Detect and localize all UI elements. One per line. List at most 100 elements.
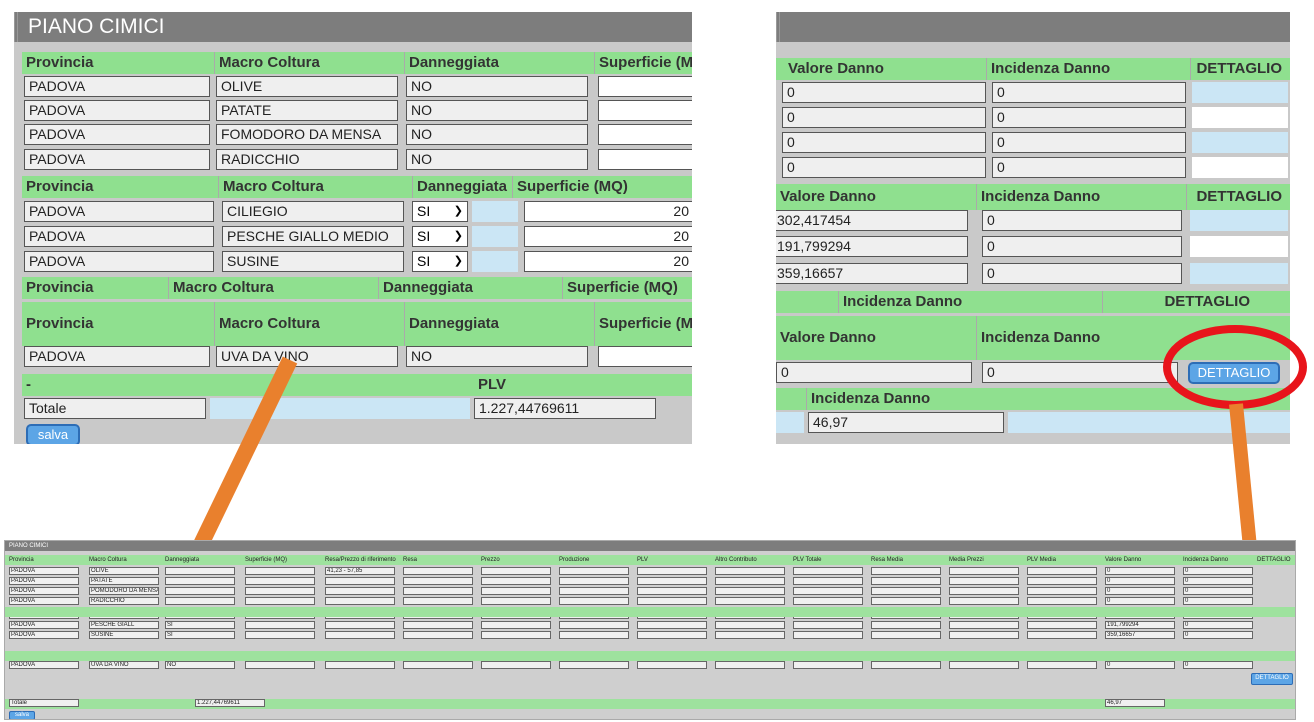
incidenza-danno-field[interactable]: 0: [982, 362, 1178, 383]
coltura-field[interactable]: RADICCHIO: [216, 149, 398, 170]
provincia-field[interactable]: PADOVA: [24, 100, 210, 121]
header-dettaglio: DETTAGLIO: [1186, 184, 1290, 210]
select-value: SI: [417, 203, 431, 219]
preview-cell: PADOVA: [9, 567, 79, 575]
preview-cell: 0: [1183, 587, 1253, 595]
valore-danno-field[interactable]: 0: [782, 157, 986, 178]
coltura-field[interactable]: PATATE: [216, 100, 398, 121]
preview-cell: PADOVA: [9, 661, 79, 669]
preview-cell: [559, 587, 629, 595]
danneggiata-select[interactable]: SI ❯: [412, 226, 468, 247]
empty-cell: [776, 412, 804, 433]
preview-cell: [245, 567, 315, 575]
preview-cell: [481, 621, 551, 629]
preview-header-cell: Produzione: [559, 557, 590, 563]
incidenza-danno-field[interactable]: 0: [992, 157, 1186, 178]
preview-cell: 41,23 - 57,85: [325, 567, 395, 575]
superficie-field[interactable]: [598, 124, 692, 145]
preview-cell: [871, 577, 941, 585]
preview-cell: [949, 661, 1019, 669]
preview-cell: [1027, 597, 1097, 605]
preview-header-cell: Superficie (MQ): [245, 557, 288, 563]
superficie-field[interactable]: 20: [524, 251, 692, 272]
valore-danno-field[interactable]: 0: [782, 82, 986, 103]
provincia-field[interactable]: PADOVA: [24, 251, 214, 272]
preview-cell: [871, 631, 941, 639]
danneggiata-field[interactable]: NO: [406, 76, 588, 97]
preview-dettaglio-button[interactable]: DETTAGLIO: [1251, 673, 1293, 685]
header-danneggiata: Danneggiata: [404, 52, 499, 74]
preview-cell: [559, 577, 629, 585]
incidenza-danno-field[interactable]: 0: [992, 82, 1186, 103]
valore-danno-field[interactable]: 0: [782, 107, 986, 128]
chevron-down-icon: ❯: [453, 230, 463, 242]
preview-cell: [403, 621, 473, 629]
danneggiata-field[interactable]: NO: [406, 100, 588, 121]
preview-cell: [245, 621, 315, 629]
coltura-field[interactable]: OLIVE: [216, 76, 398, 97]
header-provincia: Provincia: [26, 279, 94, 296]
preview-cell: 0: [1183, 597, 1253, 605]
preview-cell: [715, 661, 785, 669]
superficie-field[interactable]: 20: [524, 201, 692, 222]
incidenza-danno-field[interactable]: 0: [992, 107, 1186, 128]
preview-cell: [949, 587, 1019, 595]
preview-header-cell: Danneggiata: [165, 557, 200, 563]
provincia-field[interactable]: PADOVA: [24, 124, 210, 145]
incidenza-total-field[interactable]: 46,97: [808, 412, 1004, 433]
superficie-field[interactable]: [598, 100, 692, 121]
dettaglio-cell: [1192, 132, 1288, 153]
preview-header-cell: Resa Media: [871, 557, 904, 563]
preview-section-header: [5, 651, 1295, 661]
preview-header-cell: PLV Media: [1027, 557, 1056, 563]
header-superficie: Superficie (MQ): [562, 277, 678, 299]
preview-cell: [793, 661, 863, 669]
provincia-field[interactable]: PADOVA: [24, 149, 210, 170]
preview-cell: [1027, 577, 1097, 585]
incidenza-danno-field[interactable]: 0: [982, 263, 1182, 284]
valore-danno-field[interactable]: 302,417454: [776, 210, 968, 231]
preview-cell: [245, 661, 315, 669]
danneggiata-field[interactable]: NO: [406, 149, 588, 170]
danneggiata-field[interactable]: NO: [406, 346, 588, 367]
preview-cell: [245, 597, 315, 605]
superficie-field[interactable]: [598, 149, 692, 170]
superficie-field[interactable]: [598, 76, 692, 97]
preview-cell: [559, 621, 629, 629]
plv-total-field[interactable]: 1.227,44769611: [474, 398, 656, 419]
preview-cell: [715, 587, 785, 595]
provincia-field[interactable]: PADOVA: [24, 201, 214, 222]
header-macro-coltura: Macro Coltura: [214, 52, 320, 74]
valore-danno-field[interactable]: 359,16657: [776, 263, 968, 284]
save-button[interactable]: salva: [26, 424, 80, 444]
danneggiata-select[interactable]: SI ❯: [412, 251, 468, 272]
preview-header-cell: Valore Danno: [1105, 557, 1142, 563]
table-header: Provincia Macro Coltura Danneggiata Supe…: [22, 302, 692, 346]
coltura-field[interactable]: CILIEGIO: [222, 201, 404, 222]
coltura-field[interactable]: SUSINE: [222, 251, 404, 272]
preview-cell: [245, 631, 315, 639]
preview-save-button[interactable]: salva: [9, 711, 35, 719]
incidenza-danno-field[interactable]: 0: [992, 132, 1186, 153]
provincia-field[interactable]: PADOVA: [24, 76, 210, 97]
incidenza-danno-field[interactable]: 0: [982, 210, 1182, 231]
superficie-field[interactable]: 20: [524, 226, 692, 247]
preview-cell: [793, 621, 863, 629]
danneggiata-select[interactable]: SI ❯: [412, 201, 468, 222]
valore-danno-field[interactable]: 0: [782, 132, 986, 153]
preview-cell: [559, 661, 629, 669]
valore-danno-field[interactable]: 191,799294: [776, 236, 968, 257]
header-macro-coltura: Macro Coltura: [214, 302, 320, 346]
provincia-field[interactable]: PADOVA: [24, 226, 214, 247]
preview-cell: [949, 577, 1019, 585]
preview-cell: [949, 567, 1019, 575]
coltura-field[interactable]: FOMODORO DA MENSA: [216, 124, 398, 145]
valore-danno-field[interactable]: 0: [776, 362, 972, 383]
danneggiata-field[interactable]: NO: [406, 124, 588, 145]
superficie-field[interactable]: [598, 346, 692, 367]
incidenza-danno-field[interactable]: 0: [982, 236, 1182, 257]
dettaglio-cell: [1190, 236, 1288, 257]
preview-cell: [715, 621, 785, 629]
coltura-field[interactable]: PESCHE GIALLO MEDIO: [222, 226, 404, 247]
preview-cell: [559, 567, 629, 575]
